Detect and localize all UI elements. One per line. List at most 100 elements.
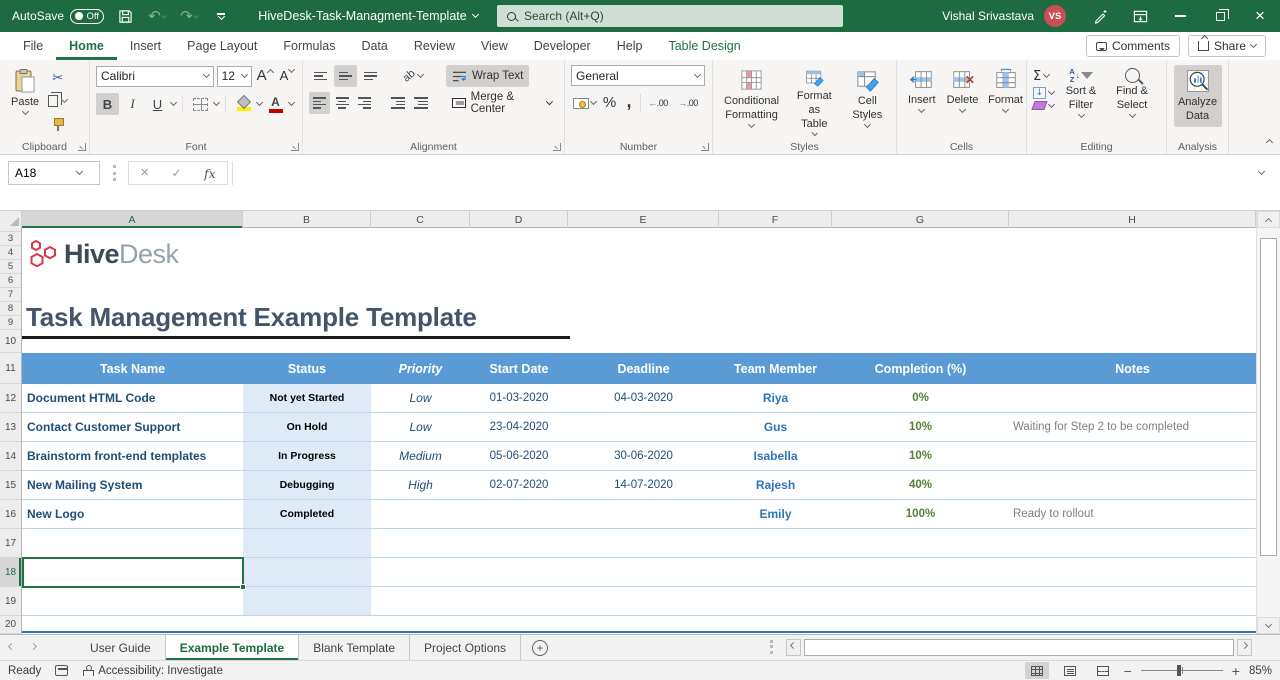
cell-member[interactable]: Emily [719, 500, 832, 529]
cancel-entry-icon[interactable] [140, 164, 149, 182]
header-completion[interactable]: Completion (%) [832, 353, 1009, 384]
cell-notes[interactable]: Waiting for Step 2 to be completed [1009, 413, 1256, 442]
document-title[interactable]: HiveDesk-Task-Managment-Template [248, 0, 488, 32]
selected-cell-outline[interactable] [22, 557, 244, 588]
decrease-decimal-button[interactable]: →.00 [675, 92, 701, 114]
normal-view-button[interactable] [1025, 662, 1049, 679]
clipboard-dialog-launcher[interactable] [78, 143, 86, 151]
scroll-left-button[interactable] [786, 639, 801, 656]
cell-status[interactable]: Debugging [243, 471, 371, 500]
name-box[interactable] [8, 161, 100, 185]
merge-center-button[interactable]: Merge & Center [446, 92, 558, 114]
top-align-button[interactable] [309, 65, 332, 87]
cell-notes[interactable]: Ready to rollout [1009, 500, 1256, 529]
cell-start[interactable]: 01-03-2020 [470, 384, 568, 413]
cell-completion[interactable]: 10% [832, 413, 1009, 442]
zoom-slider[interactable] [1141, 670, 1223, 671]
cell-start[interactable]: 23-04-2020 [470, 413, 568, 442]
column-header-g[interactable]: G [832, 211, 1009, 228]
tab-data[interactable]: Data [348, 32, 400, 60]
cell-status[interactable]: On Hold [243, 413, 371, 442]
format-painter-button[interactable] [46, 113, 69, 135]
new-sheet-button[interactable] [521, 635, 559, 660]
cell-status[interactable]: Not yet Started [243, 384, 371, 413]
alignment-dialog-launcher[interactable] [553, 143, 561, 151]
borders-dropdown-icon[interactable] [213, 99, 220, 106]
row-header-11[interactable]: 11 [0, 353, 21, 384]
row-header-9[interactable]: 9 [0, 316, 21, 330]
header-notes[interactable]: Notes [1009, 353, 1256, 384]
cell-priority[interactable]: High [371, 471, 470, 500]
formula-bar-splitter[interactable] [113, 165, 116, 181]
collapse-ribbon-button[interactable] [1267, 132, 1272, 150]
find-select-button[interactable]: Find & Select [1108, 65, 1156, 138]
expand-formula-bar-button[interactable] [1248, 161, 1274, 185]
column-header-a[interactable]: A [22, 211, 243, 228]
restore-button[interactable] [1200, 0, 1240, 32]
tab-file[interactable]: File [10, 32, 56, 60]
conditional-formatting-button[interactable]: Conditional Formatting [719, 65, 784, 138]
cell-deadline[interactable]: 04-03-2020 [568, 384, 719, 413]
tab-table-design[interactable]: Table Design [655, 32, 753, 60]
column-header-b[interactable]: B [243, 211, 371, 228]
user-name[interactable]: Vishal Srivastava [942, 9, 1034, 23]
row-header-20[interactable]: 20 [0, 616, 21, 634]
insert-function-button[interactable]: fx [204, 166, 216, 181]
header-priority[interactable]: Priority [371, 353, 470, 384]
name-box-input[interactable] [9, 166, 71, 180]
zoom-in-button[interactable]: + [1232, 664, 1240, 678]
row-header-5[interactable]: 5 [0, 260, 21, 274]
cell-priority[interactable]: Low [371, 384, 470, 413]
cell-task[interactable]: New Logo [22, 500, 243, 529]
share-button[interactable]: Share [1188, 35, 1266, 57]
select-all-corner[interactable] [0, 211, 22, 228]
tab-review[interactable]: Review [401, 32, 468, 60]
comments-button[interactable]: Comments [1086, 35, 1180, 57]
cell-priority[interactable]: Medium [371, 442, 470, 471]
pen-whats-new-button[interactable] [1080, 0, 1120, 32]
align-left-button[interactable] [309, 92, 330, 114]
cell-completion[interactable]: 0% [832, 384, 1009, 413]
cell-status[interactable]: In Progress [243, 442, 371, 471]
autosave-switch[interactable]: Off [70, 9, 104, 24]
underline-dropdown-icon[interactable] [170, 99, 177, 106]
minimize-button[interactable] [1160, 0, 1200, 32]
save-button[interactable] [114, 4, 136, 28]
horizontal-scrollbar-thumb[interactable] [804, 639, 1234, 656]
confirm-entry-icon[interactable] [171, 164, 181, 182]
zoom-slider-handle[interactable] [1177, 665, 1181, 676]
vertical-scrollbar[interactable] [1256, 211, 1280, 634]
accessibility-status[interactable]: Accessibility: Investigate [82, 665, 223, 677]
sheet-nav-right-button[interactable] [22, 635, 44, 660]
row-header-3[interactable]: 3 [0, 232, 21, 246]
scroll-up-button[interactable] [1257, 211, 1280, 228]
bold-button[interactable]: B [96, 93, 119, 115]
formula-input[interactable] [232, 161, 1246, 185]
underline-button[interactable]: U [146, 93, 169, 115]
column-header-c[interactable]: C [371, 211, 470, 228]
row-header-6[interactable]: 6 [0, 274, 21, 288]
zoom-level[interactable]: 85% [1249, 665, 1272, 677]
cell-deadline[interactable]: 14-07-2020 [568, 471, 719, 500]
insert-cells-button[interactable]: Insert [903, 65, 941, 138]
increase-indent-button[interactable] [411, 92, 432, 114]
align-center-button[interactable] [332, 92, 353, 114]
cell-task[interactable]: New Mailing System [22, 471, 243, 500]
decrease-indent-button[interactable] [388, 92, 409, 114]
number-format-combo[interactable]: General [571, 65, 705, 86]
sort-filter-button[interactable]: AZ↓ Sort & Filter [1057, 65, 1105, 138]
scroll-right-button[interactable] [1237, 639, 1252, 656]
tab-bar-splitter[interactable] [770, 640, 773, 654]
avatar[interactable]: VS [1044, 5, 1066, 27]
sheet-tab-blank-template[interactable]: Blank Template [299, 635, 410, 660]
row-header-15[interactable]: 15 [0, 471, 21, 500]
tab-view[interactable]: View [468, 32, 521, 60]
cell-deadline[interactable] [568, 500, 719, 529]
cell-deadline[interactable] [568, 413, 719, 442]
delete-cells-button[interactable]: Delete [943, 65, 983, 138]
page-break-view-button[interactable] [1091, 662, 1115, 679]
macro-record-icon[interactable] [55, 665, 68, 676]
format-as-table-button[interactable]: Format as Table [786, 65, 843, 138]
close-button[interactable] [1240, 0, 1280, 32]
copy-button[interactable] [46, 90, 69, 112]
